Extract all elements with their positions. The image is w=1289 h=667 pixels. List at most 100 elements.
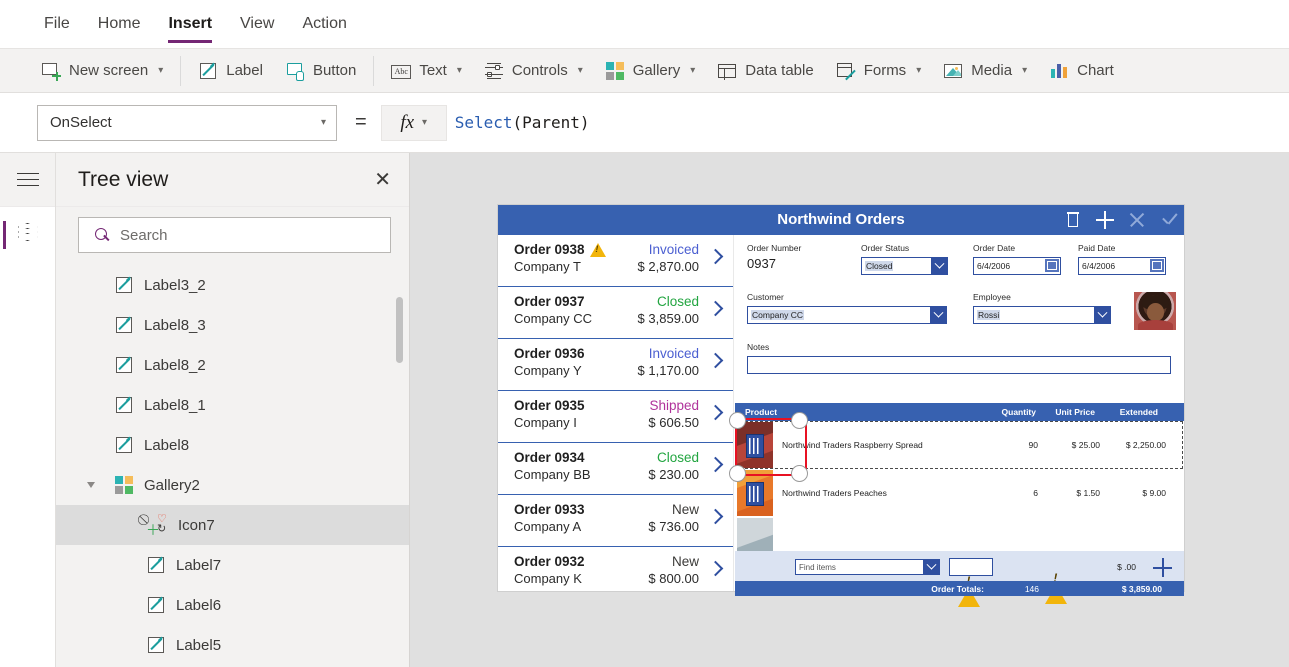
menu-item-home[interactable]: Home [84, 1, 155, 47]
rail-item-tree-view[interactable] [0, 207, 55, 263]
new-screen-button[interactable]: New screen ▾ [30, 52, 174, 90]
resize-handle-top-left[interactable] [729, 412, 746, 429]
order-totals-label: Order Totals: [931, 584, 984, 594]
tree-item-label8-1[interactable]: Label8_1 [56, 385, 409, 425]
employee-label: Employee [973, 292, 1011, 302]
chevron-right-icon[interactable] [707, 456, 724, 473]
tree-item-icon7[interactable]: ⃠♡＋↻ Icon7 [56, 505, 409, 545]
tree-item-gallery2[interactable]: Gallery2 [56, 465, 409, 505]
chevron-right-icon[interactable] [707, 300, 724, 317]
gallery-squares-icon [114, 475, 134, 495]
button-button[interactable]: Button [274, 52, 367, 90]
order-status: Invoiced [648, 346, 699, 361]
order-detail-form: Order Number 0937 Order Status Closed Or… [729, 235, 1184, 607]
search-input[interactable]: Search [78, 217, 391, 253]
property-select[interactable]: OnSelect ▾ [37, 104, 337, 141]
chevron-down-icon: ▾ [690, 65, 696, 76]
menu-item-insert[interactable]: Insert [154, 1, 226, 47]
customer-value: Company CC [751, 310, 805, 320]
chevron-right-icon[interactable] [707, 508, 724, 525]
order-status-dropdown[interactable]: Closed [861, 257, 948, 275]
tree-item-label6[interactable]: Label6 [56, 585, 409, 625]
order-list-item[interactable]: Order 0935 Shipped Company I $ 606.50 [498, 391, 733, 443]
menu-item-view[interactable]: View [226, 1, 288, 47]
chevron-down-icon[interactable] [930, 307, 946, 323]
label-pencil-icon [114, 395, 134, 415]
customer-dropdown[interactable]: Company CC [747, 306, 947, 324]
fx-icon: fx [400, 111, 415, 133]
data-table-button[interactable]: Data table [706, 52, 824, 90]
find-items-dropdown[interactable]: Find items [795, 559, 940, 575]
chevron-down-icon[interactable] [923, 560, 939, 574]
tree-view-scrollbar[interactable] [396, 297, 403, 363]
order-gallery[interactable]: Order 0938 Invoiced Company T $ 2,870.00… [498, 235, 734, 591]
employee-avatar [1134, 292, 1176, 330]
order-list-item[interactable]: Order 0932 New Company K $ 800.00 [498, 547, 733, 591]
notes-input[interactable] [747, 356, 1171, 374]
tree-item-label8-3[interactable]: Label8_3 [56, 305, 409, 345]
order-name: Order 0938 [514, 242, 606, 257]
calendar-icon[interactable] [1045, 259, 1059, 272]
product-rows[interactable]: Northwind Traders Raspberry Spread 90 $ … [735, 421, 1184, 551]
tree-item-label: Label6 [176, 596, 222, 614]
ribbon-divider [373, 55, 375, 86]
text-button[interactable]: Abc Text ▾ [380, 52, 473, 90]
resize-handle-top-right[interactable] [791, 412, 808, 429]
confirm-check-icon[interactable] [1160, 211, 1178, 229]
label-pencil-icon [146, 595, 166, 615]
order-list-item[interactable]: Order 0938 Invoiced Company T $ 2,870.00 [498, 235, 733, 287]
plus-icon[interactable] [1096, 211, 1114, 229]
gallery-button[interactable]: Gallery ▾ [594, 52, 707, 90]
formula-input[interactable]: Select (Parent) [446, 104, 1289, 141]
order-date-input[interactable]: 6/4/2006 [973, 257, 1061, 275]
resize-handle-bottom-right[interactable] [791, 465, 808, 482]
chevron-down-icon[interactable] [931, 258, 947, 274]
tree-item-label: Label8_3 [144, 316, 206, 334]
cancel-x-icon[interactable] [1128, 211, 1146, 229]
controls-button[interactable]: Controls ▾ [473, 52, 594, 90]
plus-icon[interactable] [1153, 558, 1172, 577]
trash-icon[interactable] [1064, 211, 1082, 229]
chevron-right-icon[interactable] [707, 560, 724, 577]
menu-item-action[interactable]: Action [288, 1, 360, 47]
tree-item-label8[interactable]: Label8 [56, 425, 409, 465]
chevron-down-icon[interactable] [1094, 307, 1110, 323]
chevron-right-icon[interactable] [707, 404, 724, 421]
column-header-quantity: Quantity [1001, 407, 1036, 417]
hamburger-menu-icon[interactable] [16, 172, 39, 187]
tree-item-label5[interactable]: Label5 [56, 625, 409, 665]
tree-item-label3-2[interactable]: Label3_2 [56, 265, 409, 305]
order-list-item[interactable]: Order 0933 New Company A $ 736.00 [498, 495, 733, 547]
order-status: Invoiced [648, 242, 699, 257]
chart-button[interactable]: Chart [1038, 52, 1125, 90]
calendar-icon[interactable] [1150, 259, 1164, 272]
ribbon-divider [180, 55, 182, 86]
chevron-right-icon[interactable] [707, 352, 724, 369]
gallery-squares-icon [605, 61, 625, 81]
order-list-item[interactable]: Order 0934 Closed Company BB $ 230.00 [498, 443, 733, 495]
product-unit-price: $ 25.00 [1071, 440, 1100, 450]
tree-item-label8-2[interactable]: Label8_2 [56, 345, 409, 385]
chevron-right-icon[interactable] [707, 248, 724, 265]
order-company: Company BB [514, 467, 591, 482]
tree-item-label7[interactable]: Label7 [56, 545, 409, 585]
order-name: Order 0934 [514, 450, 585, 465]
menu-item-file[interactable]: File [30, 1, 84, 47]
label-pencil-icon [114, 315, 134, 335]
resize-handle-bottom-left[interactable] [729, 465, 746, 482]
product-row[interactable] [735, 517, 1184, 551]
label-button[interactable]: Label [187, 52, 274, 90]
order-list-item[interactable]: Order 0936 Invoiced Company Y $ 1,170.00 [498, 339, 733, 391]
order-amount: $ 230.00 [648, 467, 699, 482]
paid-date-input[interactable]: 6/4/2006 [1078, 257, 1166, 275]
data-table-button-label: Data table [745, 62, 814, 79]
fx-button[interactable]: fx ▾ [380, 104, 447, 141]
media-button[interactable]: Media ▾ [932, 52, 1038, 90]
forms-button[interactable]: Forms ▾ [825, 52, 933, 90]
order-list-item[interactable]: Order 0937 Closed Company CC $ 3,859.00 [498, 287, 733, 339]
search-icon [95, 227, 110, 243]
order-date-value: 6/4/2006 [977, 261, 1011, 271]
employee-dropdown[interactable]: Rossi [973, 306, 1111, 324]
close-icon[interactable]: ✕ [374, 170, 391, 190]
chevron-down-icon[interactable] [87, 482, 95, 488]
